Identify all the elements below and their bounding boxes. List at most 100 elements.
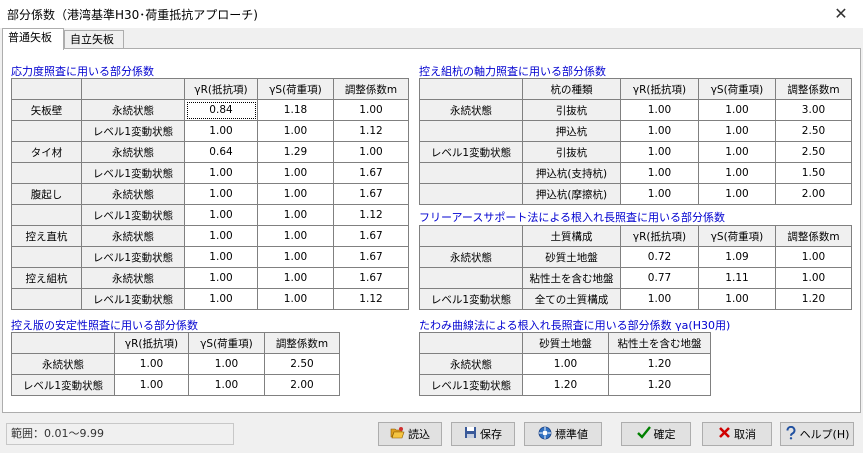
value-cell[interactable]: 1.12	[333, 204, 409, 226]
value-cell[interactable]: 0.77	[620, 267, 699, 289]
save-label: 保存	[480, 428, 502, 441]
value-cell[interactable]: 1.00	[522, 353, 609, 375]
state-label: レベル1変動状態	[81, 246, 185, 268]
corner-cell	[419, 78, 523, 100]
ok-button[interactable]: 確定	[621, 422, 691, 446]
value-cell[interactable]: 1.00	[257, 183, 334, 205]
column-header: 調整係数m	[333, 78, 409, 100]
value-cell[interactable]: 1.67	[333, 225, 409, 247]
member-label: 矢板壁	[11, 99, 82, 121]
range-status: 範囲：0.01～9.99	[6, 423, 234, 445]
value-cell[interactable]: 1.00	[257, 225, 334, 247]
value-cell[interactable]: 1.00	[775, 267, 852, 289]
value-cell[interactable]: 1.12	[333, 288, 409, 310]
cancel-button[interactable]: 取消	[702, 422, 772, 446]
value-cell[interactable]: 1.20	[522, 374, 609, 396]
value-cell[interactable]: 1.00	[184, 183, 258, 205]
value-cell[interactable]: 1.00	[698, 183, 776, 205]
help-button[interactable]: ヘルプ(H)	[780, 422, 854, 446]
value-cell[interactable]: 1.20	[608, 353, 711, 375]
tab-normal-sheet-pile[interactable]: 普通矢板	[2, 28, 64, 50]
column-header: γS(荷重項)	[698, 78, 776, 100]
state-label: 永続状態	[81, 99, 185, 121]
value-cell[interactable]: 1.20	[775, 288, 852, 310]
value-cell[interactable]: 1.67	[333, 246, 409, 268]
state-label: レベル1変動状態	[81, 288, 185, 310]
column-header: γR(抵抗項)	[620, 78, 699, 100]
value-cell[interactable]: 1.00	[184, 204, 258, 226]
value-cell[interactable]: 1.50	[775, 162, 852, 184]
value-cell[interactable]: 1.18	[257, 99, 334, 121]
value-cell[interactable]: 1.00	[620, 288, 699, 310]
value-cell[interactable]: 1.00	[257, 288, 334, 310]
member-label: 腹起し	[11, 183, 82, 205]
save-button[interactable]: 保存	[451, 422, 515, 446]
value-cell[interactable]: 1.00	[184, 267, 258, 289]
value-cell[interactable]: 0.72	[620, 246, 699, 268]
value-cell[interactable]: 1.00	[620, 183, 699, 205]
window-title: 部分係数（港湾基準H30･荷重抵抗アプローチ)	[7, 8, 258, 22]
value-cell[interactable]: 1.00	[775, 246, 852, 268]
value-cell[interactable]: 1.00	[184, 246, 258, 268]
value-cell[interactable]: 1.67	[333, 183, 409, 205]
value-cell[interactable]: 1.00	[698, 141, 776, 163]
value-cell[interactable]: 1.00	[257, 120, 334, 142]
value-cell[interactable]: 3.00	[775, 99, 852, 121]
value-cell[interactable]: 1.00	[620, 120, 699, 142]
tab-self-standing-sheet-pile[interactable]: 自立矢板	[64, 30, 124, 49]
value-cell[interactable]: 2.00	[775, 183, 852, 205]
value-cell[interactable]: 1.00	[333, 141, 409, 163]
value-cell[interactable]: 1.67	[333, 267, 409, 289]
value-cell[interactable]: 1.00	[257, 204, 334, 226]
value-cell[interactable]: 1.00	[257, 267, 334, 289]
value-cell[interactable]: 1.12	[333, 120, 409, 142]
value-cell[interactable]: 1.29	[257, 141, 334, 163]
value-cell[interactable]: 1.09	[698, 246, 776, 268]
value-cell[interactable]: 1.00	[620, 99, 699, 121]
value-cell[interactable]: 1.00	[620, 162, 699, 184]
soil-label: 砂質土地盤	[522, 246, 621, 268]
value-cell[interactable]: 1.00	[114, 353, 189, 375]
value-cell[interactable]: 1.00	[188, 374, 265, 396]
value-cell[interactable]: 1.00	[188, 353, 265, 375]
member-label: タイ材	[11, 141, 82, 163]
value-cell[interactable]: 2.50	[264, 353, 340, 375]
state-label: レベル1変動状態	[419, 374, 523, 396]
value-cell[interactable]: 1.00	[698, 288, 776, 310]
cancel-label: 取消	[734, 428, 756, 441]
pile-type-label: 引抜杭	[522, 99, 621, 121]
value-cell[interactable]: 2.50	[775, 141, 852, 163]
value-cell[interactable]: 1.00	[114, 374, 189, 396]
value-cell[interactable]: 1.00	[184, 162, 258, 184]
corner-cell	[81, 78, 185, 100]
axial-section-title: 控え組杭の軸力照査に用いる部分係数	[419, 65, 606, 78]
value-cell[interactable]: 1.00	[257, 162, 334, 184]
column-header: γR(抵抗項)	[184, 78, 258, 100]
pile-type-label: 押込杭(摩擦杭)	[522, 183, 621, 205]
state-label: 永続状態	[419, 99, 523, 121]
value-cell[interactable]: 1.11	[698, 267, 776, 289]
close-icon: ✕	[834, 4, 848, 23]
value-cell[interactable]: 1.00	[620, 141, 699, 163]
state-label: 永続状態	[419, 246, 523, 268]
close-button[interactable]: ✕	[819, 0, 863, 28]
value-cell[interactable]: 1.00	[184, 225, 258, 247]
value-cell[interactable]: 1.00	[257, 246, 334, 268]
value-cell[interactable]: 1.20	[608, 374, 711, 396]
value-cell[interactable]: 1.00	[333, 99, 409, 121]
state-label: レベル1変動状態	[11, 374, 115, 396]
value-cell[interactable]: 2.00	[264, 374, 340, 396]
value-cell[interactable]: 0.64	[184, 141, 258, 163]
value-cell[interactable]: 1.00	[184, 288, 258, 310]
value-cell[interactable]: 1.00	[698, 120, 776, 142]
value-cell[interactable]: 1.00	[698, 99, 776, 121]
value-cell[interactable]: 0.84	[184, 99, 258, 121]
member-label	[11, 162, 82, 184]
standard-values-button[interactable]: 標準値	[524, 422, 602, 446]
value-cell[interactable]: 1.67	[333, 162, 409, 184]
value-cell[interactable]: 1.00	[698, 162, 776, 184]
load-button[interactable]: 読込	[378, 422, 442, 446]
state-label	[419, 162, 523, 184]
value-cell[interactable]: 2.50	[775, 120, 852, 142]
value-cell[interactable]: 1.00	[184, 120, 258, 142]
